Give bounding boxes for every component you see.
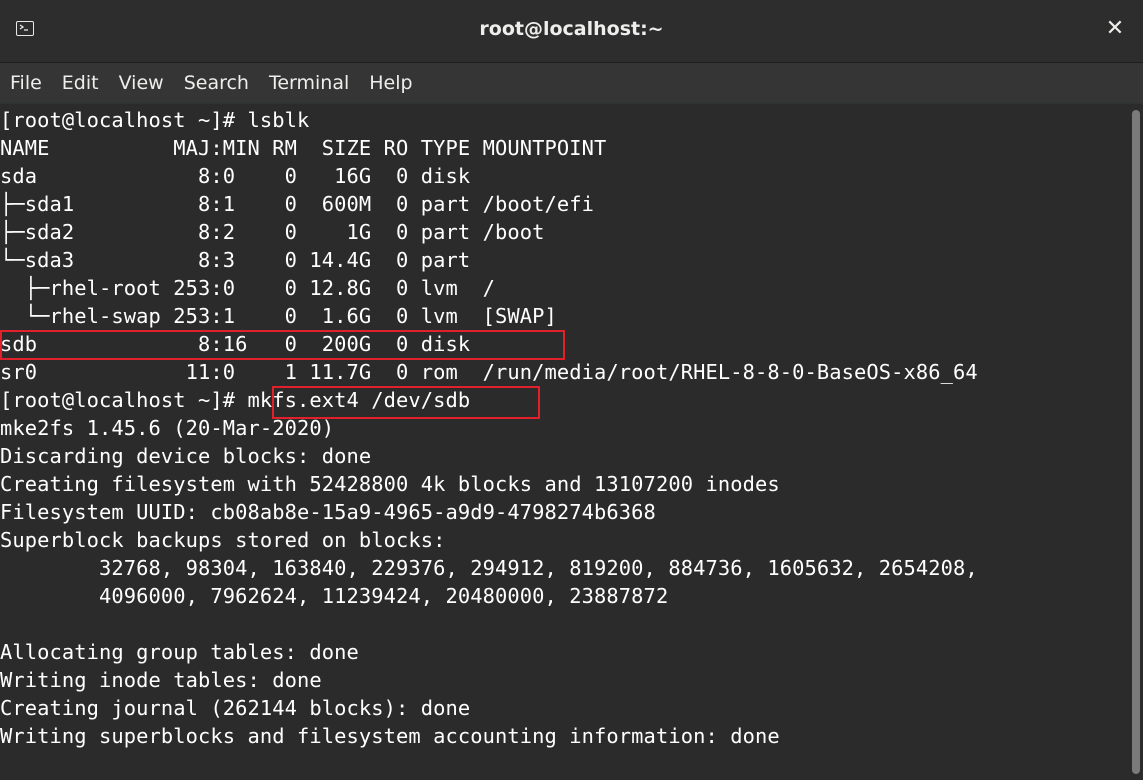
- terminal-line: 4096000, 7962624, 11239424, 20480000, 23…: [0, 584, 669, 608]
- terminal-line: NAME MAJ:MIN RM SIZE RO TYPE MOUNTPOINT: [0, 136, 607, 160]
- terminal-line: 32768, 98304, 163840, 229376, 294912, 81…: [0, 556, 978, 580]
- terminal-line: ├─sda2 8:2 0 1G 0 part /boot: [0, 220, 545, 244]
- terminal-output[interactable]: [root@localhost ~]# lsblk NAME MAJ:MIN R…: [0, 104, 1129, 780]
- terminal-line: └─sda3 8:3 0 14.4G 0 part: [0, 248, 471, 272]
- scrollbar[interactable]: [1129, 104, 1143, 780]
- terminal-line: ├─sda1 8:1 0 600M 0 part /boot/efi: [0, 192, 595, 216]
- menu-file[interactable]: File: [0, 63, 52, 103]
- terminal-line: Writing inode tables: done: [0, 668, 322, 692]
- menu-view[interactable]: View: [109, 63, 174, 103]
- close-icon[interactable]: ✕: [1103, 14, 1127, 44]
- menu-bar: File Edit View Search Terminal Help: [0, 63, 1143, 103]
- terminal-line: sda 8:0 0 16G 0 disk: [0, 164, 471, 188]
- mkfs-command-highlight: [272, 386, 540, 419]
- terminal-line: sr0 11:0 1 11.7G 0 rom /run/media/root/R…: [0, 360, 978, 384]
- terminal-line: Filesystem UUID: cb08ab8e-15a9-4965-a9d9…: [0, 500, 656, 524]
- terminal-window: root@localhost:~ ✕ File Edit View Search…: [0, 0, 1143, 780]
- terminal-line: Writing superblocks and filesystem accou…: [0, 724, 780, 748]
- terminal-line: Creating filesystem with 52428800 4k blo…: [0, 472, 780, 496]
- terminal-line: [root@localhost ~]# lsblk: [0, 108, 310, 132]
- terminal-line: Creating journal (262144 blocks): done: [0, 696, 471, 720]
- sdb-row-highlight: [0, 330, 565, 360]
- menu-help[interactable]: Help: [359, 63, 422, 103]
- terminal-line: Discarding device blocks: done: [0, 444, 372, 468]
- terminal-line: ├─rhel-root 253:0 0 12.8G 0 lvm /: [0, 276, 496, 300]
- window-title: root@localhost:~: [479, 18, 664, 40]
- terminal-line: Superblock backups stored on blocks:: [0, 528, 446, 552]
- menu-terminal[interactable]: Terminal: [259, 63, 359, 103]
- title-bar[interactable]: root@localhost:~ ✕: [0, 0, 1143, 63]
- menu-edit[interactable]: Edit: [52, 63, 109, 103]
- scrollbar-thumb[interactable]: [1132, 110, 1140, 774]
- terminal-line: Allocating group tables: done: [0, 640, 359, 664]
- terminal-line: └─rhel-swap 253:1 0 1.6G 0 lvm [SWAP]: [0, 304, 557, 328]
- menu-search[interactable]: Search: [174, 63, 259, 103]
